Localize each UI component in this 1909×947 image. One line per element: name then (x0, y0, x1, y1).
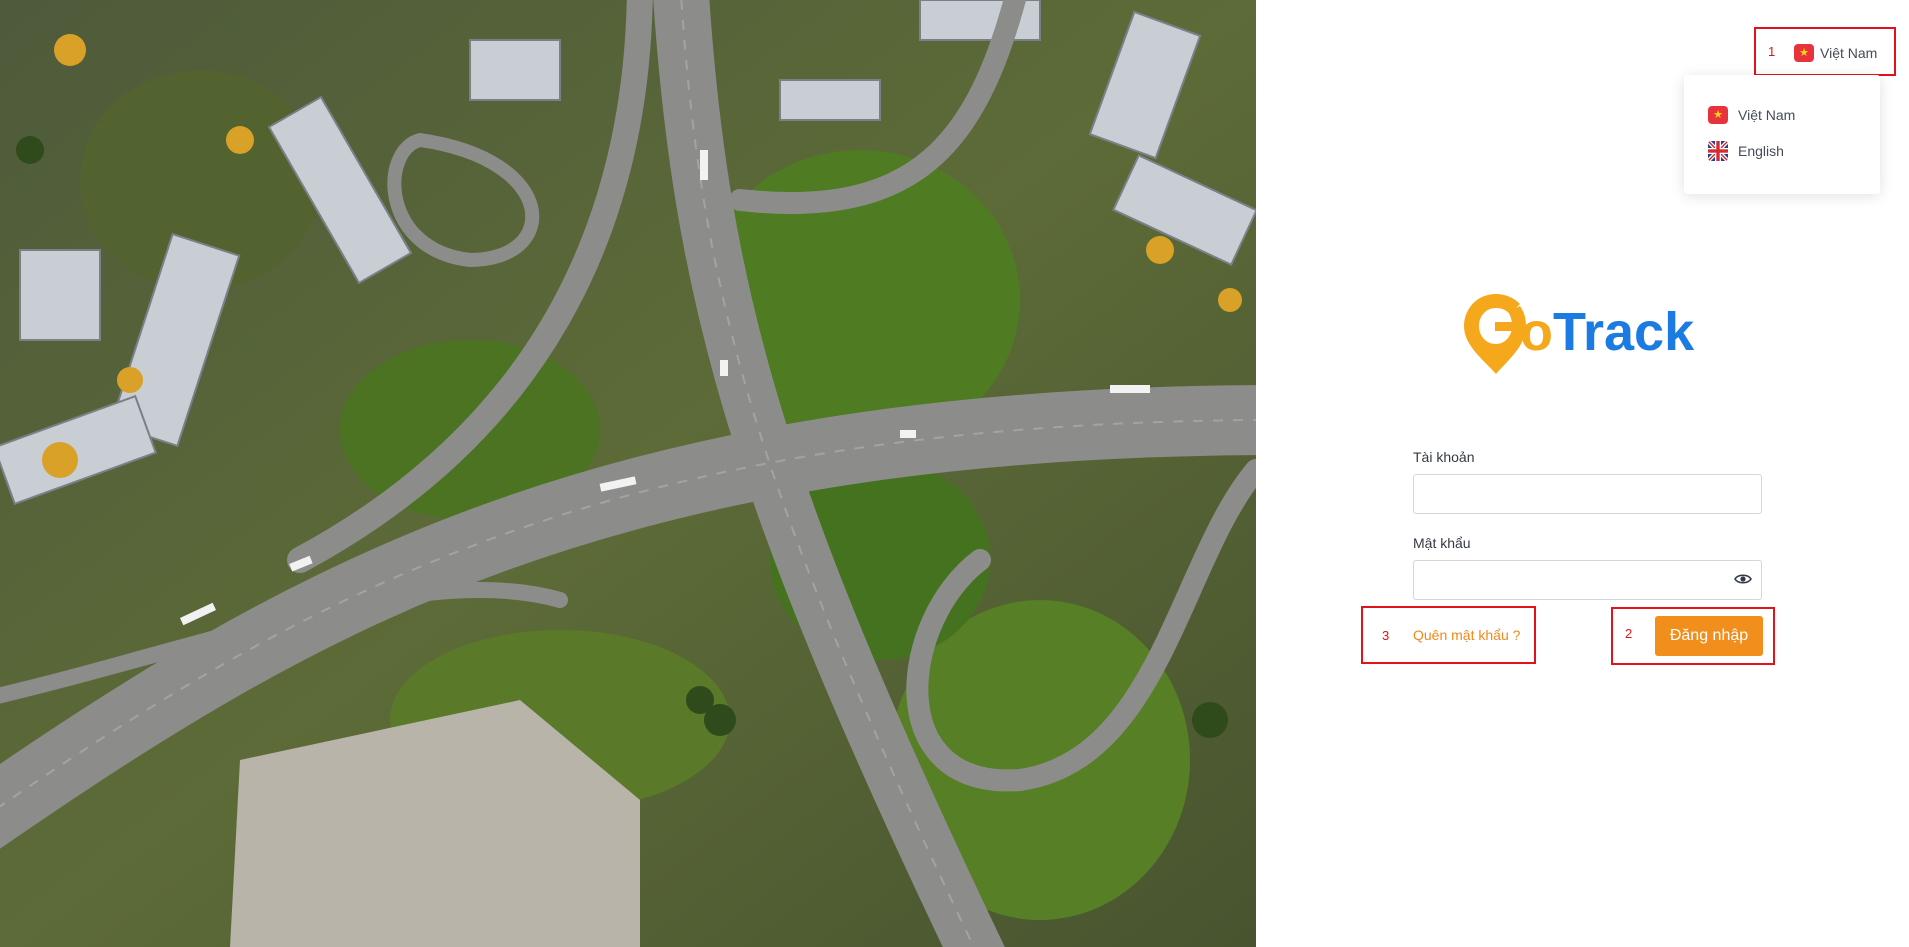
forgot-password-link[interactable]: Quên mật khẩu ? (1413, 627, 1520, 643)
username-label: Tài khoản (1413, 449, 1475, 465)
password-label: Mật khẩu (1413, 535, 1471, 551)
annotation-marker-3: 3 (1382, 628, 1390, 643)
svg-text:oTrack: oTrack (1520, 302, 1695, 362)
password-input[interactable] (1413, 560, 1762, 600)
gotrack-logo: oTrack oTrack (1462, 288, 1722, 374)
vietnam-flag-icon: ★ (1708, 106, 1728, 124)
aerial-highway-background-image (0, 0, 1256, 947)
annotation-marker-1: 1 (1768, 44, 1776, 59)
language-option-vietnam[interactable]: ★ Việt Nam (1708, 106, 1795, 124)
login-button[interactable]: Đăng nhập (1655, 616, 1763, 656)
login-panel: 1 ★ Việt Nam ★ Việt Nam English oTrack T… (1256, 0, 1909, 947)
current-language-label: Việt Nam (1820, 45, 1878, 61)
language-option-label: Việt Nam (1738, 107, 1796, 123)
language-option-label: English (1738, 143, 1784, 159)
username-input[interactable] (1413, 474, 1762, 514)
show-password-eye-icon[interactable] (1734, 570, 1752, 588)
uk-flag-icon (1708, 141, 1728, 161)
language-option-english[interactable]: English (1708, 141, 1784, 161)
login-page: 1 ★ Việt Nam ★ Việt Nam English oTrack T… (0, 0, 1909, 947)
annotation-marker-2: 2 (1625, 626, 1633, 641)
language-selector[interactable]: ★ Việt Nam (1794, 40, 1877, 66)
language-dropdown-menu: ★ Việt Nam English (1684, 75, 1880, 194)
vietnam-flag-icon: ★ (1794, 44, 1814, 62)
